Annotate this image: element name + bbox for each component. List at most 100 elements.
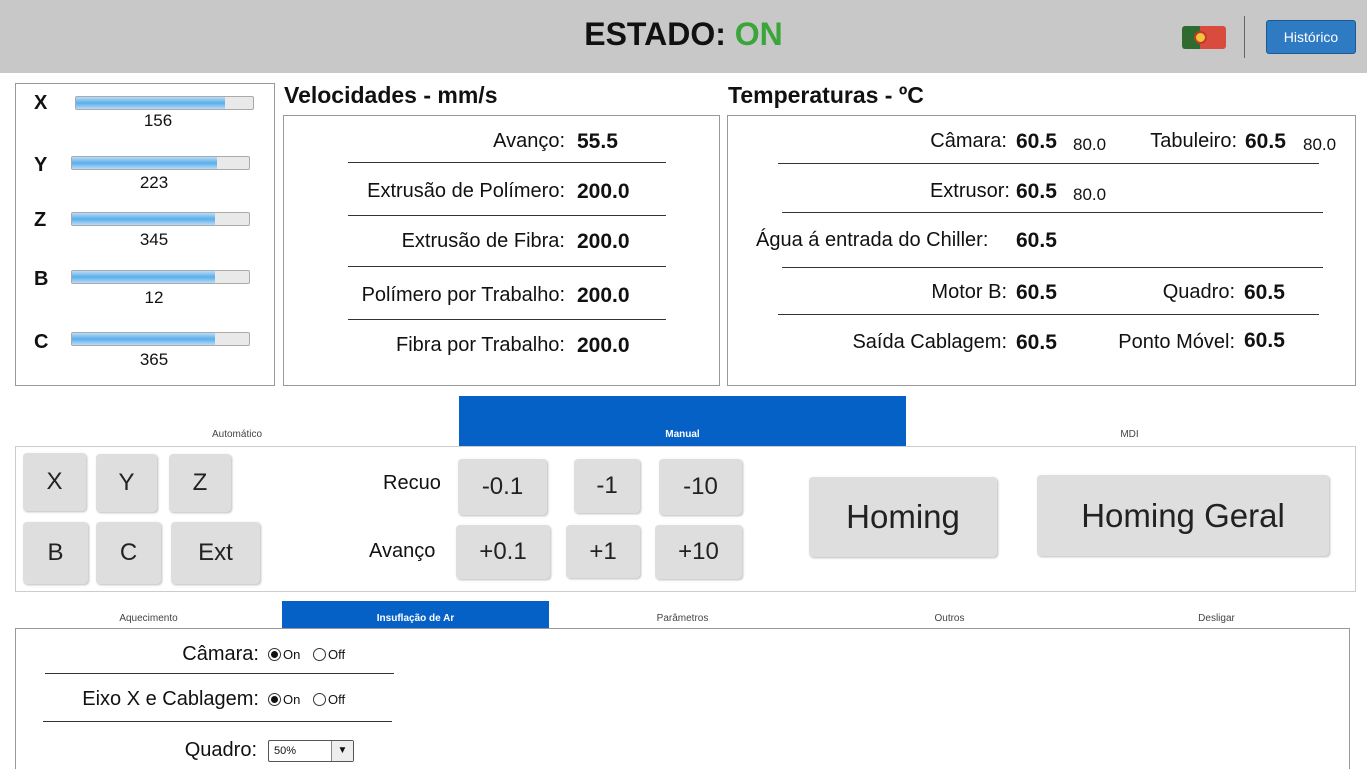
chevron-down-icon: ▼ <box>331 741 353 761</box>
velocidade-label: Fibra por Trabalho: <box>396 334 565 356</box>
axis-c-button[interactable]: C <box>96 522 161 584</box>
radio-unselected-icon <box>313 648 326 661</box>
temp-value-saida: 60.5 <box>1016 331 1057 354</box>
velocidades-title: Velocidades - mm/s <box>284 82 498 108</box>
axis-row-y: Y 223 <box>16 154 274 204</box>
tab-parametros[interactable]: Parâmetros <box>549 613 816 624</box>
axis-name: Y <box>34 154 48 176</box>
recuo-label: Recuo <box>383 472 441 494</box>
tab-manual-label: Manual <box>665 429 700 440</box>
velocidade-value: 200.0 <box>577 180 630 203</box>
axis-x-button[interactable]: X <box>23 453 86 511</box>
avanco-label: Avanço <box>369 540 436 562</box>
radio-off-label: Off <box>328 647 346 662</box>
historico-button[interactable]: Histórico <box>1266 20 1356 54</box>
temp-label-extrusor: Extrusor: <box>929 180 1010 202</box>
radio-selected-icon <box>268 648 281 661</box>
temp-value-quadro: 60.5 <box>1244 281 1285 304</box>
radio-off-label: Off <box>328 692 346 707</box>
select-value: 50% <box>274 745 297 757</box>
tab-insuflacao-label: Insuflação de Ar <box>376 613 455 624</box>
axis-progress-bar <box>71 156 250 170</box>
insuf-eixo-label: Eixo X e Cablagem: <box>82 688 259 710</box>
axis-y-button[interactable]: Y <box>96 454 157 512</box>
insuf-camara-label: Câmara: <box>182 643 259 665</box>
temp-label-agua: Água á entrada do Chiller: <box>756 229 989 251</box>
axis-value: 156 <box>143 111 173 130</box>
axis-progress-bar <box>71 270 250 284</box>
axis-value: 223 <box>139 173 169 192</box>
insuf-eixo-on-radio[interactable]: On <box>268 692 300 707</box>
homing-geral-button[interactable]: Homing Geral <box>1037 475 1329 556</box>
axis-position-panel: X 156 Y 223 Z 345 B 12 C 365 <box>15 83 275 386</box>
tab-insuflacao[interactable]: Insuflação de Ar <box>282 601 549 628</box>
radio-unselected-icon <box>313 693 326 706</box>
axis-row-x: X 156 <box>16 92 274 142</box>
tab-manual[interactable]: Manual <box>459 396 906 446</box>
avanco-1-button[interactable]: +1 <box>566 525 640 578</box>
axis-progress-bar <box>71 332 250 346</box>
axis-z-button[interactable]: Z <box>169 454 231 512</box>
recuo-0-1-button[interactable]: -0.1 <box>458 459 547 515</box>
tab-desligar[interactable]: Desligar <box>1083 613 1350 624</box>
temp-value-extrusor: 60.5 <box>1016 180 1057 203</box>
tab-mdi[interactable]: MDI <box>906 429 1353 440</box>
temp-label-ponto: Ponto Móvel: <box>1118 331 1235 353</box>
recuo-10-button[interactable]: -10 <box>659 459 742 515</box>
temp-setpoint-extrusor: 80.0 <box>1073 185 1107 204</box>
velocidade-value: 200.0 <box>577 230 630 253</box>
axis-name: X <box>34 92 48 114</box>
velocidade-label: Avanço: <box>493 130 565 152</box>
status-value: ON <box>734 16 783 52</box>
insuf-quadro-label: Quadro: <box>184 739 257 761</box>
temp-value-agua: 60.5 <box>1016 229 1057 252</box>
temp-value-camara: 60.5 <box>1016 130 1057 153</box>
velocidades-panel: Avanço: 55.5 Extrusão de Polímero: 200.0… <box>283 115 720 386</box>
temp-setpoint-tabuleiro: 80.0 <box>1303 135 1337 154</box>
radio-on-label: On <box>283 647 301 662</box>
velocidade-value: 200.0 <box>577 284 630 307</box>
insuf-quadro-select[interactable]: 50% ▼ <box>268 740 354 762</box>
insuf-eixo-off-radio[interactable]: Off <box>313 692 345 707</box>
homing-button[interactable]: Homing <box>809 477 997 557</box>
temp-label-saida: Saída Cablagem: <box>852 331 1007 353</box>
temperaturas-title: Temperaturas - ºC <box>728 82 924 108</box>
insuf-camara-on-radio[interactable]: On <box>268 647 300 662</box>
axis-value: 345 <box>139 230 169 249</box>
axis-b-button[interactable]: B <box>23 522 88 584</box>
machine-status: ESTADO: ON <box>0 16 1367 53</box>
insuf-camara-off-radio[interactable]: Off <box>313 647 345 662</box>
axis-name: Z <box>34 209 47 231</box>
tab-outros[interactable]: Outros <box>816 613 1083 624</box>
radio-selected-icon <box>268 693 281 706</box>
temp-value-ponto: 60.5 <box>1244 329 1285 352</box>
status-label: ESTADO: <box>584 16 726 52</box>
recuo-1-button[interactable]: -1 <box>574 459 640 513</box>
tab-automatico[interactable]: Automático <box>15 429 459 440</box>
velocidade-label: Polímero por Trabalho: <box>361 284 565 306</box>
axis-row-z: Z 345 <box>16 209 274 259</box>
velocidade-value: 55.5 <box>577 130 618 153</box>
temp-label-motor-b: Motor B: <box>931 281 1007 303</box>
header-bar: ESTADO: ON Histórico <box>0 0 1367 73</box>
axis-progress-bar <box>75 96 254 110</box>
axis-value: 12 <box>144 288 164 307</box>
velocidade-label: Extrusão de Polímero: <box>367 180 565 202</box>
avanco-10-button[interactable]: +10 <box>655 525 742 579</box>
temp-label-quadro: Quadro: <box>1162 281 1235 303</box>
temp-value-tabuleiro: 60.5 <box>1245 130 1286 153</box>
axis-row-c: C 365 <box>16 331 274 381</box>
extruder-button[interactable]: Ext <box>171 522 260 584</box>
axis-value: 365 <box>139 350 169 369</box>
temp-label-camara: Câmara: <box>930 130 1007 152</box>
avanco-0-1-button[interactable]: +0.1 <box>456 525 550 579</box>
temperaturas-panel: Câmara: 60.5 80.0 Tabuleiro: 60.5 80.0 E… <box>727 115 1356 386</box>
tab-aquecimento[interactable]: Aquecimento <box>15 613 282 624</box>
axis-progress-bar <box>71 212 250 226</box>
velocidade-value: 200.0 <box>577 334 630 357</box>
velocidade-label: Extrusão de Fibra: <box>401 230 565 252</box>
temp-label-tabuleiro: Tabuleiro: <box>1150 130 1237 152</box>
portugal-flag-icon[interactable] <box>1182 26 1226 49</box>
axis-name: C <box>34 331 49 353</box>
axis-name: B <box>34 268 49 290</box>
